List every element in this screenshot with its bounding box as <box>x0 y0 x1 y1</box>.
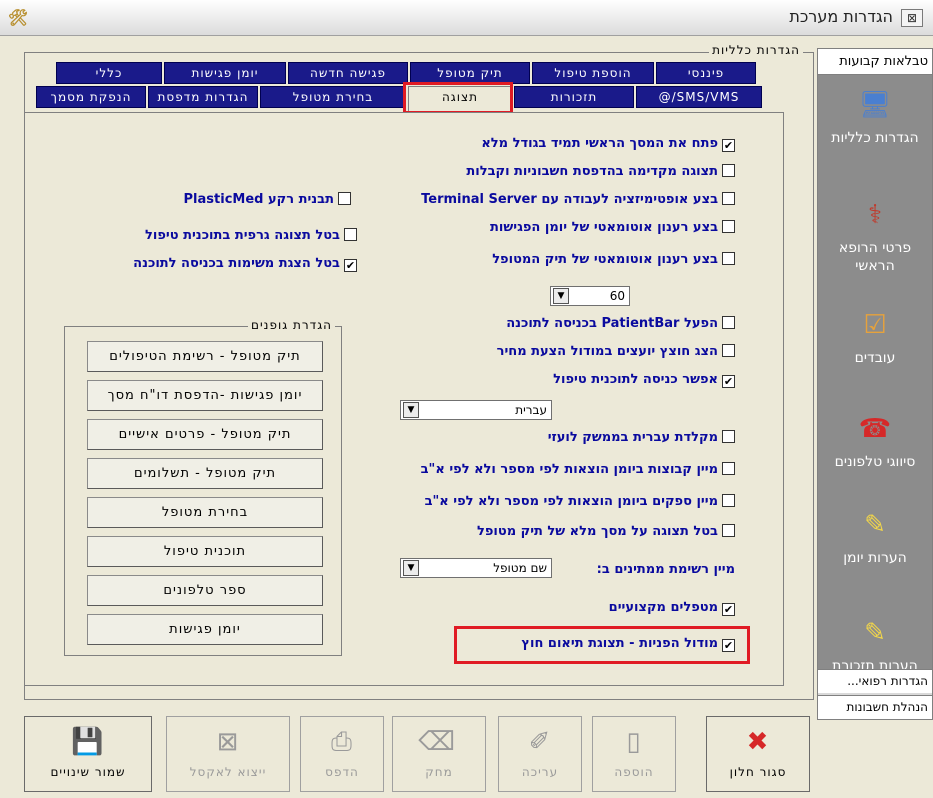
option-preview-invoices[interactable]: תצוגה מקדימה בהדפסת חשבוניות וקבלות <box>466 164 735 179</box>
font-button-appointments-diary[interactable]: יומן פגישות <box>87 614 323 645</box>
checkbox-checked[interactable]: ✔ <box>722 139 735 152</box>
sidebar-item-diary-notes[interactable]: ✎ הערות יומן <box>818 507 932 567</box>
close-window-icon: ✖ <box>746 727 770 757</box>
tab-sms-vms[interactable]: SMS/VMS/@ <box>636 86 762 108</box>
notepad-icon: ✎ <box>864 510 886 540</box>
checkbox[interactable] <box>722 462 735 475</box>
delete-icon: ⌫ <box>418 727 456 757</box>
tab-patient-file[interactable]: תיק מטופל <box>410 62 530 84</box>
checkbox[interactable] <box>722 524 735 537</box>
sidebar-item-head-doctor[interactable]: ⚕ פרטי הרופא הראשי <box>818 197 932 275</box>
option-sort-expense-groups[interactable]: מיין קבוצות ביומן הוצאות לפי מספר ולא לפ… <box>421 462 735 477</box>
font-button-patient-treatments[interactable]: תיק מטופל - רשימת הטיפולים <box>87 341 323 372</box>
tab-new-meeting[interactable]: פגישה חדשה <box>288 62 408 84</box>
edit-icon: ✐ <box>528 727 552 757</box>
close-window-x-button[interactable]: ⊠ <box>901 9 923 27</box>
tab-appointments-diary[interactable]: יומן פגישות <box>164 62 286 84</box>
tab-issue-document[interactable]: הנפקת מסמך <box>36 86 146 108</box>
font-button-phonebook[interactable]: ספר טלפונים <box>87 575 323 606</box>
checkbox[interactable] <box>722 192 735 205</box>
tab-printer-settings[interactable]: הגדרות מדפסת <box>148 86 258 108</box>
font-button-diary-report[interactable]: יומן פגישות -הדפסת דו"ח מסך <box>87 380 323 411</box>
checkbox[interactable] <box>722 252 735 265</box>
tools-icon: 🛠 <box>7 8 29 27</box>
option-open-fullscreen[interactable]: ✔פתח את המסך הראשי תמיד בגודל מלא <box>481 136 735 152</box>
option-sort-suppliers[interactable]: מיין ספקים ביומן הוצאות לפי מספר ולא לפי… <box>425 494 735 509</box>
sidebar-item-phone-types[interactable]: ☎ סיווגי טלפונים <box>818 411 932 471</box>
notepad-red-icon: ✎ <box>864 618 886 648</box>
window-title: הגדרות מערכת <box>789 7 893 26</box>
option-auto-refresh-diary[interactable]: בצע רענון אוטומאטי של יומן הפגישות <box>490 220 735 235</box>
font-button-select-patient[interactable]: בחירת מטופל <box>87 497 323 528</box>
tab-add-treatment[interactable]: הוספת טיפול <box>532 62 654 84</box>
computer-icon: 🖥 <box>858 90 892 120</box>
checkbox-checked[interactable]: ✔ <box>722 375 735 388</box>
telephone-icon: ☎ <box>858 414 892 444</box>
print-icon: ⎙ <box>331 727 353 757</box>
refresh-interval-select[interactable]: ▼ 60 <box>550 286 630 306</box>
font-button-treatment-plan[interactable]: תוכנית טיפול <box>87 536 323 567</box>
checkbox[interactable] <box>722 494 735 507</box>
sidebar-section-medical-settings[interactable]: הגדרות רפואי... <box>818 669 932 693</box>
waiting-list-sort-select[interactable]: ▼ שם מטופל <box>400 558 552 578</box>
option-disable-tasks-on-entry[interactable]: ✔בטל הצגת משימות בכניסה לתוכנה <box>133 256 357 272</box>
checkbox[interactable] <box>722 316 735 329</box>
sort-waiting-list-label: מיין רשימת ממתינים ב: <box>596 562 735 577</box>
chevron-down-icon[interactable]: ▼ <box>403 560 419 576</box>
sidebar-header[interactable]: טבלאות קבועות <box>818 49 932 75</box>
edit-button[interactable]: ✐ עריכה <box>498 716 582 792</box>
tab-general[interactable]: כללי <box>56 62 162 84</box>
fixed-tables-sidebar: טבלאות קבועות 🖥 הגדרות כלליות ⚕ פרטי הרו… <box>817 48 933 720</box>
sidebar-item-reminder-notes[interactable]: ✎ הערות תזכורת <box>818 615 932 669</box>
active-tab-highlight <box>403 82 513 114</box>
fonts-group-legend: הגדרת גופנים <box>248 318 335 332</box>
fonts-settings-group: הגדרת גופנים תיק מטופל - רשימת הטיפולים … <box>64 318 342 656</box>
sidebar-item-employees[interactable]: ☑ עובדים <box>818 307 932 367</box>
checkbox[interactable] <box>722 220 735 233</box>
system-settings-window: 🛠 הגדרות מערכת ⊠ הגדרות כלליות פיננסי הו… <box>0 0 933 798</box>
chevron-down-icon[interactable]: ▼ <box>403 402 419 418</box>
close-window-button[interactable]: ✖ סגור חלון <box>706 716 810 792</box>
save-icon: 💾 <box>71 727 105 757</box>
add-page-icon: ▯ <box>626 727 642 757</box>
users-check-icon: ☑ <box>863 310 887 340</box>
tab-select-patient[interactable]: בחירת מטופל <box>260 86 406 108</box>
tab-reminders[interactable]: תזכורות <box>514 86 634 108</box>
checkbox[interactable] <box>722 430 735 443</box>
language-select[interactable]: ▼ עברית <box>400 400 552 420</box>
excel-export-button[interactable]: ⊠ ייצוא לאקסל <box>166 716 290 792</box>
font-button-patient-payments[interactable]: תיק מטופל - תשלומים <box>87 458 323 489</box>
tab-financial[interactable]: פיננסי <box>656 62 756 84</box>
checkbox[interactable] <box>344 228 357 241</box>
checkbox[interactable] <box>722 344 735 357</box>
doctor-icon: ⚕ <box>867 200 883 230</box>
option-enable-patientbar[interactable]: הפעל PatientBar בכניסה לתוכנה <box>506 316 735 331</box>
general-settings-legend: הגדרות כלליות <box>709 43 803 57</box>
sidebar-panel: 🖥 הגדרות כלליות ⚕ פרטי הרופא הראשי ☑ עוב… <box>818 75 932 669</box>
option-disable-graphic-plan[interactable]: בטל תצוגה גרפית בתוכנית טיפול <box>145 228 357 243</box>
print-button[interactable]: ⎙ הדפס <box>300 716 384 792</box>
option-terminal-server[interactable]: בצע אופטימיזציה לעבודה עם Terminal Serve… <box>421 192 735 207</box>
option-allow-treatment-plan[interactable]: ✔אפשר כניסה לתוכנית טיפול <box>553 372 735 388</box>
checkbox[interactable] <box>338 192 351 205</box>
save-changes-button[interactable]: 💾 שמור שינויים <box>24 716 152 792</box>
sidebar-section-accounting[interactable]: הנהלת חשבונות <box>818 695 932 719</box>
title-bar: 🛠 הגדרות מערכת ⊠ <box>0 0 933 36</box>
option-hebrew-keyboard[interactable]: מקלדת עברית בממשק לועזי <box>548 430 735 445</box>
option-auto-refresh-patient[interactable]: בצע רענון אוטומאטי של תיק המטופל <box>492 252 735 267</box>
sidebar-item-general-settings[interactable]: 🖥 הגדרות כלליות <box>818 87 932 147</box>
delete-button[interactable]: ⌫ מחק <box>392 716 486 792</box>
option-background-template[interactable]: תבנית רקע PlasticMed <box>184 192 351 207</box>
checkbox-checked[interactable]: ✔ <box>344 259 357 272</box>
referrals-option-highlight <box>454 626 750 664</box>
checkbox-checked[interactable]: ✔ <box>722 603 735 616</box>
font-button-patient-personal[interactable]: תיק מטופל - פרטים אישיים <box>87 419 323 450</box>
add-button[interactable]: ▯ הוספה <box>592 716 676 792</box>
chevron-down-icon[interactable]: ▼ <box>553 288 569 304</box>
option-professional-therapists[interactable]: ✔מטפלים מקצועיים <box>609 600 735 616</box>
option-disable-full-patient-view[interactable]: בטל תצוגה על מסך מלא של תיק מטופל <box>477 524 735 539</box>
excel-export-icon: ⊠ <box>216 727 240 757</box>
option-show-advisors-tab[interactable]: הצג חוצץ יועצים במודול הצעת מחיר <box>497 344 735 359</box>
checkbox[interactable] <box>722 164 735 177</box>
